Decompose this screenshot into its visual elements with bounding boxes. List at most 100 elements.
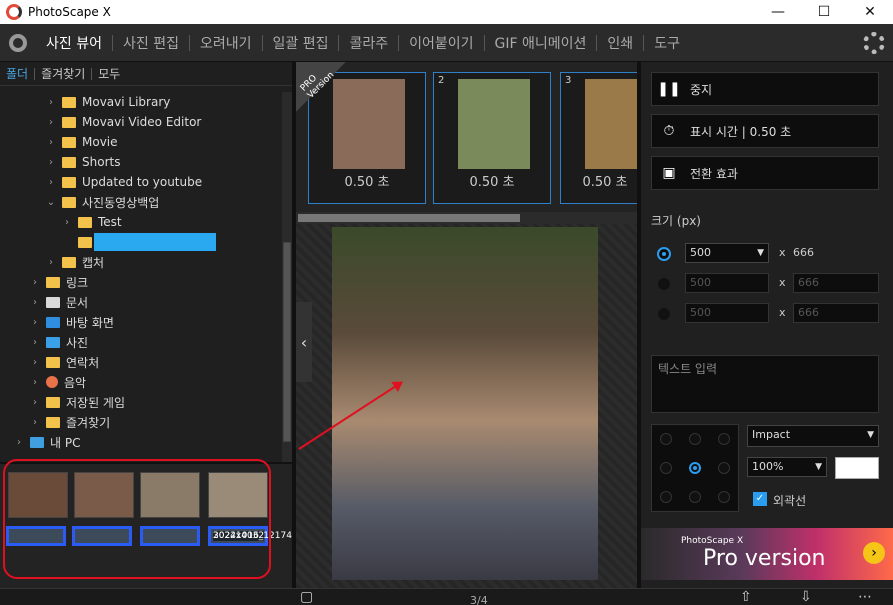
chevron-down-icon[interactable]: ⌄ [46,197,56,208]
folder-icon [62,196,76,208]
desktop-icon [46,316,60,328]
size-radio-2[interactable] [657,277,671,291]
chevron-right-icon[interactable]: › [30,357,40,368]
tree-item[interactable]: › 즐겨찾기 [0,412,282,432]
more-icon[interactable]: ⋯ [858,589,872,605]
text-color-swatch[interactable] [835,457,879,479]
text-input[interactable]: 텍스트 입력 [651,355,879,413]
chevron-right-icon[interactable]: › [46,97,56,108]
chevron-right-icon[interactable]: › [30,277,40,288]
position-dot[interactable] [660,462,672,474]
tree-item[interactable]: › Shorts [0,152,282,172]
chevron-right-icon[interactable]: › [30,377,40,388]
tree-item[interactable]: › 연락처 [0,352,282,372]
gif-frame[interactable]: 2 0.50 초 [433,72,551,204]
menu-batch-editor[interactable]: 일괄 편집 [263,33,339,53]
menu-cut-out[interactable]: 오려내기 [190,33,262,53]
chevron-right-icon[interactable]: › [30,337,40,348]
width-select-3[interactable]: 500 [685,303,769,323]
tab-all[interactable]: 모두 [92,65,126,82]
settings-gear-icon[interactable] [863,32,885,54]
width-select-1[interactable]: 500 ▼ [685,243,769,263]
chevron-right-icon[interactable]: › [46,117,56,128]
menu-collage[interactable]: 콜라주 [339,33,398,53]
share-icon[interactable]: ⇧ [740,589,752,605]
photoscape-logo-icon[interactable] [0,24,36,62]
bottom-toolbar: ▢ 3/4 ⇧ ⇩ ⋯ [0,588,893,605]
chevron-right-icon[interactable]: › [46,257,56,268]
tree-item[interactable]: › Movavi Library [0,92,282,112]
transition-effect-button[interactable]: ▣ 전환 효과 [651,156,879,190]
tab-favorites[interactable]: 즐겨찾기 [35,65,91,82]
width-select-2[interactable]: 500 [685,273,769,293]
folder-icon [62,136,76,148]
position-dot[interactable] [689,433,701,445]
position-dot[interactable] [689,491,701,503]
size-radio-3[interactable] [657,307,671,321]
height-select-3[interactable]: 666 [793,303,879,323]
chevron-right-icon[interactable]: › [46,177,56,188]
gif-frame-strip: 0.50 초 2 0.50 초 3 0.50 초 PRO Version [296,62,657,222]
position-dot[interactable] [718,491,730,503]
chevron-right-icon[interactable]: › [62,217,72,228]
document-icon [46,296,60,308]
tree-item[interactable]: › 저장된 게임 [0,392,282,412]
menu-photo-viewer[interactable]: 사진 뷰어 [36,33,112,53]
menu-photo-editor[interactable]: 사진 편집 [113,33,189,53]
frame-strip-scrollbar[interactable] [296,212,637,224]
font-select[interactable]: Impact ▼ [747,425,879,447]
menu-tools[interactable]: 도구 [644,33,690,53]
tree-item-selected[interactable] [0,232,282,252]
stop-button[interactable]: ❚❚ 중지 [651,72,879,106]
chevron-right-icon[interactable]: › [30,417,40,428]
tab-folder[interactable]: 폴더 [0,65,34,82]
preview-image [332,227,598,580]
menu-combine[interactable]: 이어붙이기 [399,33,483,53]
tree-item[interactable]: › 링크 [0,272,282,292]
chevron-right-icon[interactable]: › [30,297,40,308]
tree-item[interactable]: › Movie [0,132,282,152]
position-dot[interactable] [718,462,730,474]
height-select-2[interactable]: 666 [793,273,879,293]
maximize-button[interactable]: ☐ [801,0,847,24]
music-icon [46,376,58,388]
frame-duration: 0.50 초 [344,175,390,190]
pro-version-banner[interactable]: PhotoScape X Pro version › [641,528,893,580]
position-dot-selected[interactable] [689,462,701,474]
save-download-icon[interactable]: ⇩ [800,589,812,605]
folder-icon [62,256,76,268]
tree-item[interactable]: › Movavi Video Editor [0,112,282,132]
chevron-right-icon[interactable]: › [46,137,56,148]
close-button[interactable]: ✕ [847,0,893,24]
tree-item[interactable]: › 바탕 화면 [0,312,282,332]
title-bar: PhotoScape X — ☐ ✕ [0,0,893,24]
chevron-right-icon[interactable]: › [14,437,24,448]
tree-item[interactable]: › 사진 [0,332,282,352]
chevron-right-icon[interactable]: › [46,157,56,168]
tree-scrollbar[interactable] [282,92,292,492]
tree-item[interactable]: › 음악 [0,372,282,392]
outline-checkbox[interactable]: ✓ [753,492,767,506]
position-dot[interactable] [718,433,730,445]
menu-gif-animation[interactable]: GIF 애니메이션 [485,33,597,53]
tree-item[interactable]: › 문서 [0,292,282,312]
tree-item[interactable]: › Test [0,212,282,232]
collapse-left-chevron-icon[interactable]: ‹ [296,302,312,382]
menu-print[interactable]: 인쇄 [597,33,643,53]
tree-item[interactable]: › 캡처 [0,252,282,272]
tree-item[interactable]: › 내 PC [0,432,282,452]
right-panel: ❚❚ 중지 ⏱ 표시 시간 | 0.50 초 ▣ 전환 효과 크기 (px) 500 ▼… [637,62,893,588]
position-dot[interactable] [660,491,672,503]
size-radio-1[interactable] [657,247,671,261]
minimize-button[interactable]: — [755,0,801,24]
display-time-button[interactable]: ⏱ 표시 시간 | 0.50 초 [651,114,879,148]
position-dot[interactable] [660,433,672,445]
chevron-right-icon[interactable]: › [30,397,40,408]
frame-toggle-icon[interactable]: ▢ [300,589,313,605]
scale-select[interactable]: 100% ▼ [747,457,827,477]
tree-item[interactable]: ⌄ 사진동영상백업 [0,192,282,212]
tree-item[interactable]: › Updated to youtube [0,172,282,192]
pro-version-badge[interactable]: PRO Version [296,62,346,112]
go-arrow-icon[interactable]: › [863,542,885,564]
chevron-right-icon[interactable]: › [30,317,40,328]
